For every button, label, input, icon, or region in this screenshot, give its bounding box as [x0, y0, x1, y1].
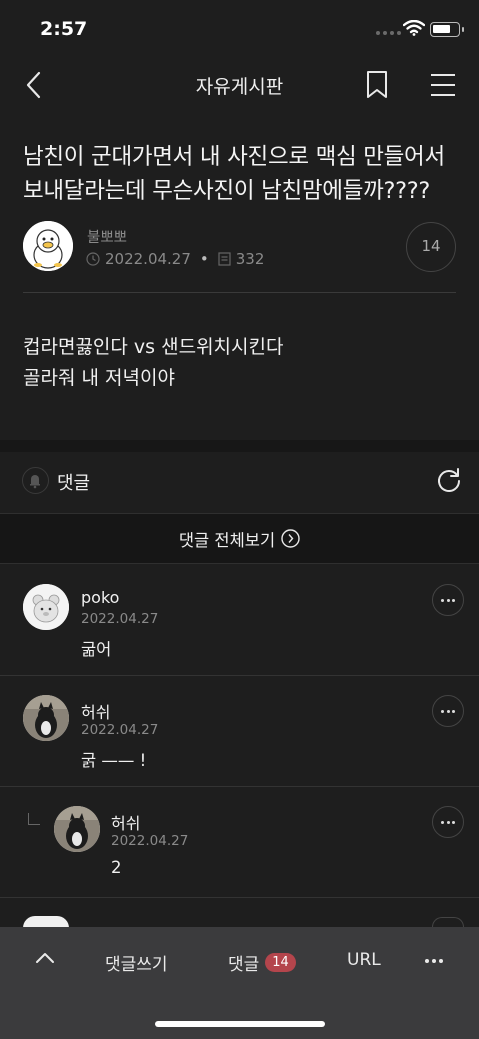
post-body: 컵라면끓인다 vs 샌드위치시킨다 골라줘 내 저녁이야 [23, 332, 283, 394]
comment-text: 굵 —— ! [81, 751, 147, 770]
partial-comment-more-button [432, 917, 464, 927]
status-time: 2:57 [40, 18, 88, 40]
comments-button-label: 댓글 [228, 955, 260, 975]
comment-date: 2022.04.27 [81, 722, 159, 738]
clock-icon [86, 252, 100, 266]
avatar[interactable] [54, 806, 100, 852]
comment-item: 허쉬 2022.04.27 굵 —— ! [0, 676, 479, 787]
comment-text: 2 [111, 858, 122, 877]
section-separator [0, 440, 479, 452]
write-comment-button[interactable]: 댓글쓰기 [105, 950, 168, 975]
cat-photo-icon [23, 695, 69, 741]
menu-button[interactable] [428, 71, 458, 99]
nav-header: 자유게시판 [0, 60, 479, 108]
avatar[interactable] [23, 584, 69, 630]
meta-separator: • [199, 250, 209, 268]
url-button[interactable]: URL [347, 950, 381, 970]
avatar[interactable] [23, 695, 69, 741]
bear-character-icon [23, 584, 69, 630]
comment-more-button[interactable] [432, 806, 464, 838]
bell-icon [30, 475, 40, 489]
view-all-comments-button[interactable]: 댓글 전체보기 [0, 513, 479, 564]
reply-indicator [28, 813, 40, 825]
status-bar: 2:57 [0, 0, 479, 60]
page-title: 자유게시판 [195, 76, 284, 98]
divider [23, 292, 456, 293]
refresh-button[interactable] [436, 466, 462, 494]
comment-more-button[interactable] [432, 584, 464, 616]
home-indicator [155, 1021, 325, 1027]
post-body-line: 컵라면끓인다 vs 샌드위치시킨다 [23, 336, 284, 358]
scroll-top-button[interactable] [35, 951, 55, 965]
notification-toggle[interactable] [22, 467, 49, 494]
author-avatar[interactable] [23, 221, 73, 271]
post-date: 2022.04.27 [105, 250, 191, 268]
battery-icon [430, 22, 464, 37]
comment-author[interactable]: 허쉬 [111, 810, 140, 834]
comments-label: 댓글 [57, 473, 91, 494]
comment-more-button[interactable] [432, 695, 464, 727]
comment-text: 굶어 [81, 640, 112, 659]
view-all-comments-label: 댓글 전체보기 [178, 530, 276, 550]
more-options-button[interactable] [424, 958, 444, 964]
post-views: 332 [235, 250, 265, 268]
cellular-signal-icon [376, 31, 401, 35]
cat-photo-icon [54, 806, 100, 852]
comment-count-button[interactable]: 14 [406, 222, 456, 272]
post-meta: 2022.04.27 • 332 [86, 250, 264, 268]
comments-button[interactable]: 댓글 14 [228, 950, 296, 975]
comment-item: poko 2022.04.27 굶어 [0, 565, 479, 676]
duck-character-icon [23, 221, 73, 271]
comments-header: 댓글 [0, 452, 479, 512]
comment-date: 2022.04.27 [111, 833, 189, 849]
url-label: URL [347, 950, 381, 970]
post-title: 남친이 군대가면서 내 사진으로 맥심 만들어서 보내달라는데 무슨사진이 남친… [23, 144, 445, 204]
wifi-icon [403, 20, 425, 36]
comments-count-badge: 14 [265, 953, 296, 972]
comment-author[interactable]: poko [81, 588, 119, 607]
comment-date: 2022.04.27 [81, 611, 159, 627]
bottom-action-bar: 댓글쓰기 댓글 14 URL [0, 927, 479, 1039]
comment-author[interactable]: 허쉬 [81, 699, 110, 723]
write-comment-label: 댓글쓰기 [105, 955, 168, 975]
reply-item: 허쉬 2022.04.27 2 [0, 787, 479, 898]
post-body-line: 골라줘 내 저녁이야 [23, 367, 175, 389]
author-name[interactable]: 불뽀뽀 [87, 226, 127, 247]
bookmark-button[interactable] [364, 70, 390, 100]
views-icon [218, 252, 231, 266]
chevron-right-circle-icon [281, 529, 300, 548]
